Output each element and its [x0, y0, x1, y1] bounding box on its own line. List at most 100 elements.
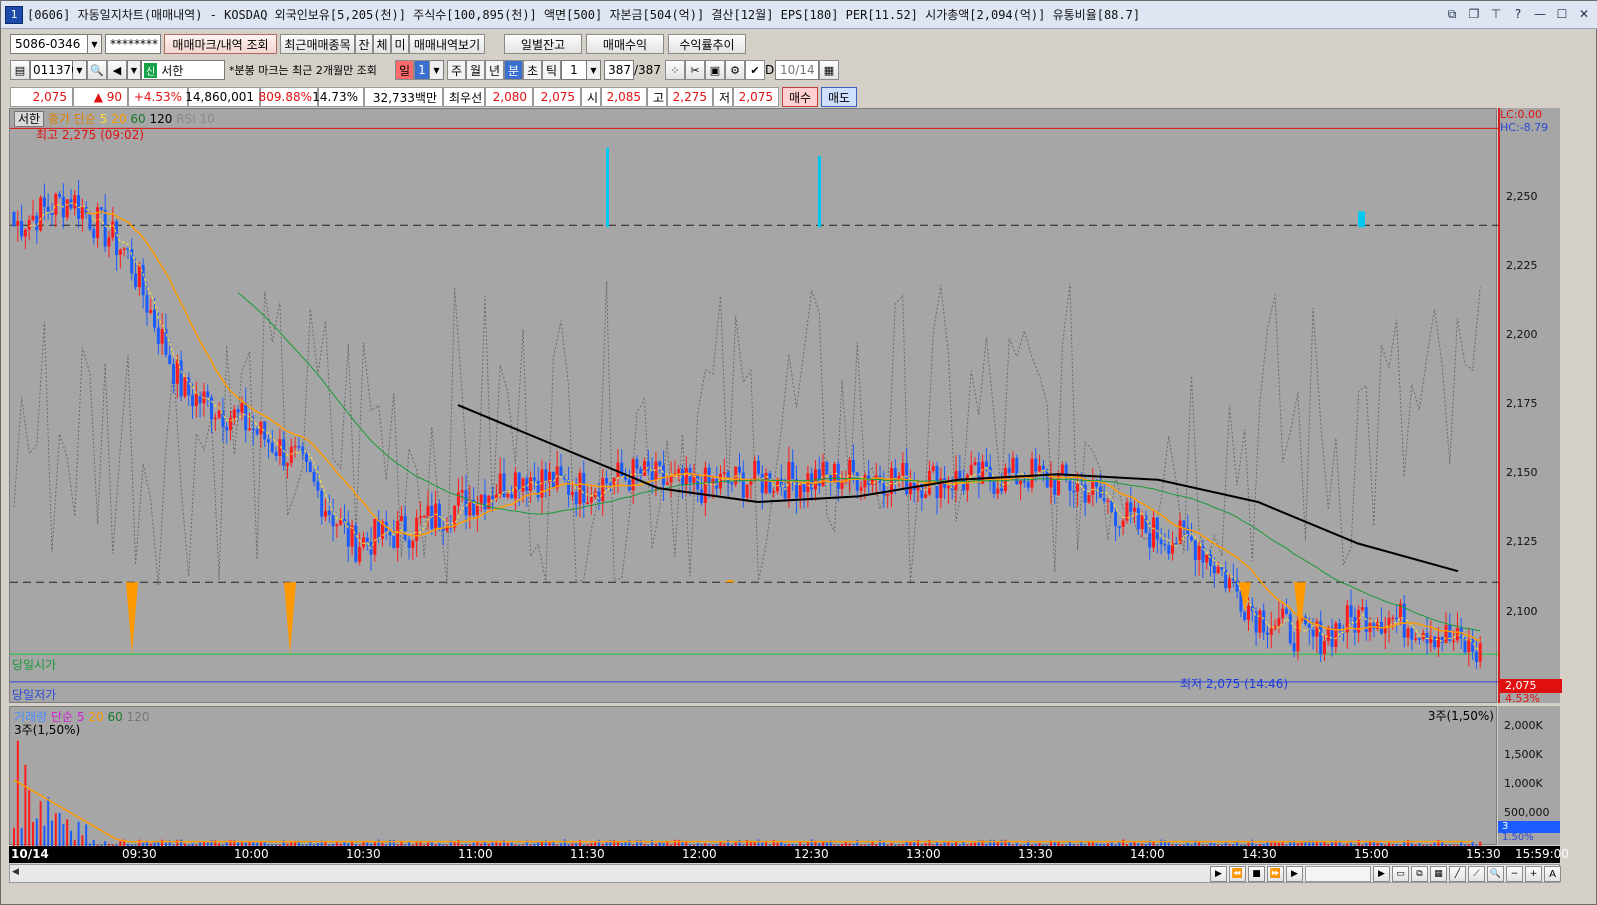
password-input[interactable]: ******** [105, 34, 161, 54]
zoom-in-icon[interactable]: + [1525, 866, 1542, 882]
window-mode-icon[interactable]: ▭ [1392, 866, 1409, 882]
trade-profit-button[interactable]: 매매수익 [586, 34, 664, 54]
period-tick-button[interactable]: 틱 [542, 60, 561, 80]
calendar-icon[interactable]: ▦ [819, 60, 839, 80]
rewind-icon[interactable]: ⏪ [1229, 866, 1246, 882]
grid-icon[interactable]: ⁘ [665, 60, 685, 80]
draw-line-icon[interactable]: ╱ [1449, 866, 1466, 882]
candle-body [536, 480, 540, 498]
trade-mark-query-button[interactable]: 매매마크/내역 조회 [164, 34, 277, 54]
volume-right-note: 3주(1,50%) [1427, 709, 1494, 723]
period-second-button[interactable]: 초 [523, 60, 542, 80]
candle-body [297, 445, 301, 448]
return-trend-button[interactable]: 수익률추이 [668, 34, 746, 54]
zoom-icon[interactable]: 🔍 [1487, 866, 1504, 882]
time-tick-label: 10/14 [11, 847, 49, 861]
layout-icon[interactable]: ▤ [10, 60, 30, 80]
candle-body [1228, 578, 1232, 589]
price-chart[interactable]: 서한 종가 단순 5 20 60 120 RSI 10 최고 2,275 (09… [9, 108, 1498, 703]
forward-icon[interactable]: ⏩ [1267, 866, 1284, 882]
daily-balance-button[interactable]: 일별잔고 [504, 34, 582, 54]
scroll-end-left-icon[interactable]: ▶ [1210, 866, 1227, 882]
period-month-button[interactable]: 월 [466, 60, 485, 80]
candle-body [1402, 603, 1406, 638]
candle-body [403, 516, 407, 540]
volume-ma20-line [13, 779, 1473, 843]
zoom-slider[interactable] [1305, 866, 1371, 882]
best-bid: 2,075 [533, 87, 581, 107]
gear-icon[interactable]: ⚙ [725, 60, 745, 80]
maximize-button[interactable]: ☐ [1554, 6, 1570, 22]
restore-window-icon[interactable]: ❐ [1466, 6, 1482, 22]
candle-body [901, 463, 905, 477]
buy-mark [724, 579, 736, 583]
candle-count-total: /387 [634, 63, 661, 77]
account-dropdown[interactable]: ▼ [88, 34, 102, 54]
candle-body [1417, 638, 1421, 640]
scroll-right-icon[interactable]: ▶ [1373, 866, 1390, 882]
period-minute-button[interactable]: 분 [504, 60, 523, 80]
save-icon[interactable]: ▣ [705, 60, 725, 80]
period-day-dropdown[interactable]: ▼ [430, 60, 444, 80]
candle-body [99, 207, 103, 210]
crosshair-icon[interactable]: ✂ [685, 60, 705, 80]
candle-body [213, 417, 217, 420]
speaker-dropdown[interactable]: ▼ [127, 60, 141, 80]
time-tick-label: 11:00 [458, 847, 493, 861]
candle-body [69, 199, 73, 209]
candle-body [58, 193, 62, 197]
candle-count-input[interactable]: 387 [604, 60, 634, 80]
candle-body [460, 490, 464, 493]
text-tool-icon[interactable]: A [1544, 866, 1561, 882]
trade-history-button[interactable]: 매매내역보기 [409, 34, 485, 54]
stop-icon[interactable]: ■ [1248, 866, 1265, 882]
interval-dropdown[interactable]: ▼ [587, 60, 601, 80]
pin-icon[interactable]: ⊤ [1488, 6, 1504, 22]
search-icon[interactable]: 🔍 [87, 60, 107, 80]
period-week-button[interactable]: 주 [447, 60, 466, 80]
candle-body [316, 481, 320, 491]
play-icon[interactable]: ▶ [1286, 866, 1303, 882]
candle-body [802, 484, 806, 493]
volume-chart-svg [13, 740, 1482, 846]
minute-mark-notice: *분봉 마크는 최근 2개월만 조회 [229, 64, 377, 77]
period-year-button[interactable]: 년 [485, 60, 504, 80]
stock-name-field[interactable]: 신 서한 [141, 60, 225, 80]
help-icon[interactable]: ? [1510, 6, 1526, 22]
period-day-value[interactable]: 1 [414, 60, 430, 80]
split-view-icon[interactable]: ⧉ [1411, 866, 1428, 882]
minimize-button[interactable]: — [1532, 6, 1548, 22]
candle-body [73, 195, 77, 209]
candle-body [684, 468, 688, 485]
volume-chart[interactable]: 거래량 단순 5 20 60 120 3주(1,50%) 3주(1,50%) [9, 706, 1497, 846]
candle-body [646, 461, 650, 471]
sell-mark [1358, 211, 1365, 228]
candle-body [969, 464, 973, 475]
sell-button[interactable]: 매도 [821, 87, 857, 107]
time-tick-label: 10:30 [346, 847, 381, 861]
candle-body [700, 489, 704, 503]
close-button[interactable]: ✕ [1576, 6, 1592, 22]
layout-mode-icon[interactable]: ▦ [1430, 866, 1447, 882]
che-button[interactable]: 체 [373, 34, 391, 54]
mi-button[interactable]: 미 [391, 34, 409, 54]
scroll-left-icon[interactable]: ◀ [12, 867, 24, 880]
period-day-button[interactable]: 일 [395, 60, 414, 80]
date-input[interactable]: 10/14 [775, 60, 819, 80]
last-price-tag: 2,075 [1500, 679, 1562, 693]
link-icon[interactable]: ⧉ [1444, 6, 1460, 22]
stock-code-dropdown[interactable]: ▼ [73, 60, 87, 80]
draw-trend-icon[interactable]: ⟋ [1468, 866, 1485, 882]
d-checkbox[interactable]: ✔ [745, 60, 765, 80]
volume-rate-tag: 1.50% [1502, 832, 1534, 843]
stock-code-input[interactable]: 011370 [30, 60, 79, 80]
jan-button[interactable]: 잔 [355, 34, 373, 54]
account-input[interactable]: 5086-0346 [10, 34, 88, 54]
open-label: 시 [581, 87, 601, 107]
chart-scrollbar[interactable]: ◀ ▶ ⏪ ■ ⏩ ▶ ▶ ▭ ⧉ ▦ ╱ ⟋ 🔍 − + A [9, 864, 1561, 883]
recent-trades-button[interactable]: 최근매매종목 [280, 34, 355, 54]
speaker-icon[interactable]: ◀ [107, 60, 127, 80]
buy-button[interactable]: 매수 [782, 87, 818, 107]
interval-input[interactable]: 1 [561, 60, 587, 80]
zoom-out-icon[interactable]: − [1506, 866, 1523, 882]
